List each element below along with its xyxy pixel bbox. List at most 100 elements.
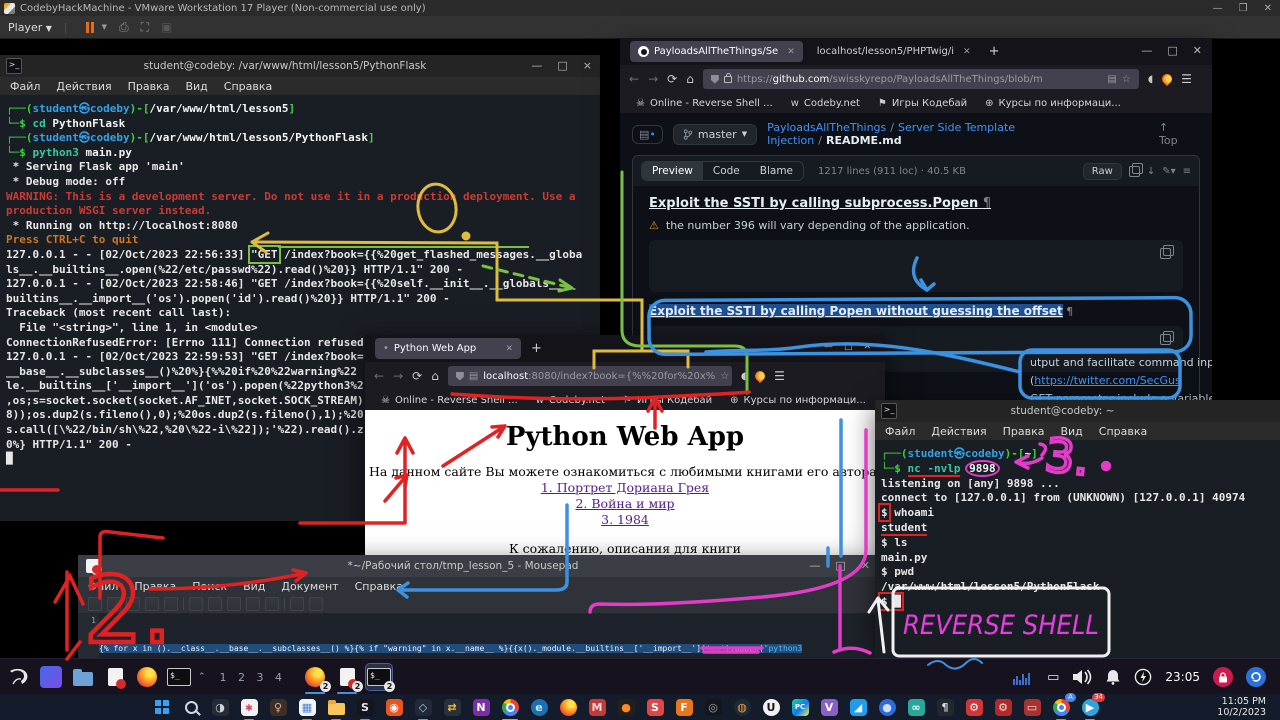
menu-edit[interactable]: Правка [134,580,176,593]
power-manager-icon[interactable] [1134,668,1152,686]
chrome-icon[interactable] [500,697,520,717]
notification-bell-icon[interactable] [1105,669,1121,685]
tab-code[interactable]: Code [703,162,750,180]
file-manager-icon[interactable] [70,664,96,690]
home-icon[interactable]: ⌂ [431,369,439,383]
edge-icon[interactable]: e [529,697,549,717]
pocket-icon[interactable]: ◖ [741,371,746,382]
menu-file[interactable]: Файл [885,425,915,438]
flstudio-icon[interactable]: ● [616,697,636,717]
cut-icon[interactable] [227,597,241,611]
update-manager-icon[interactable] [1246,667,1266,687]
running-firefox[interactable]: 2 [302,664,328,690]
crumb-repo[interactable]: PayloadsAllTheThings [767,121,886,134]
tab-python-web-app[interactable]: •Python Web App ✕ [375,338,521,359]
ubuntu-icon[interactable]: ◉ [384,697,404,717]
unreal-icon[interactable]: U [761,697,781,717]
extension-flame-icon[interactable] [753,369,767,383]
close-tab-icon[interactable]: ✕ [963,47,971,57]
close-tab-icon[interactable]: ✕ [787,47,795,57]
meet-red-icon[interactable]: M [587,697,607,717]
blender-icon[interactable]: ◍ [732,697,752,717]
chrome-alt-icon[interactable]: A [1051,697,1071,717]
bookmark-star-icon[interactable]: ☆ [1122,74,1131,85]
gear-darkred-icon[interactable]: ⚙ [993,697,1013,717]
vmware-close-button[interactable]: ✕ [1264,3,1272,14]
vm-clock[interactable]: 23:05 [1165,670,1200,684]
minimize-button[interactable]: — [531,59,542,72]
menu-help[interactable]: Справка [355,580,403,593]
close-button[interactable]: ✕ [861,559,870,572]
new-file-icon[interactable] [88,597,102,611]
raw-button[interactable]: Raw [1083,163,1122,180]
bookmark-courses[interactable]: ⊕Курсы по информаци... [985,98,1121,109]
start-icon[interactable] [152,697,172,717]
menu-actions[interactable]: Действия [931,425,986,438]
url-bar[interactable]: https://github.com/swisskyrepo/PayloadsA… [703,69,1139,89]
save-icon[interactable] [126,597,140,611]
readme-heading-popen[interactable]: Exploit the SSTI by calling Popen withou… [649,304,1183,318]
firefox-launcher-icon[interactable] [134,664,160,690]
obsidian-icon[interactable]: S [355,697,375,717]
app-menu-icon[interactable] [38,664,64,690]
readme-heading-subprocess[interactable]: Exploit the SSTI by calling subprocess.P… [649,196,1183,211]
new-tab-button[interactable]: + [531,341,542,356]
mousepad-launcher-icon[interactable] [102,664,128,690]
code-block-1[interactable]: {{''.__class__.mro()[1].__subclasses__()… [649,240,1183,292]
tab-payloadsallthethings[interactable]: PayloadsAllTheThings/Se✕ [630,41,803,62]
terminal-nc-output[interactable]: ┌──(student㉿codeby)-[~]└─$ nc -nvlp 9898… [875,440,1280,669]
menu-search[interactable]: Поиск [192,580,227,593]
redo-icon[interactable] [208,597,222,611]
download-icon[interactable]: ↓ [1147,166,1155,177]
terminal-launcher-icon[interactable]: $_ [166,664,192,690]
menu-document[interactable]: Документ [281,580,338,593]
toolbox-icon[interactable]: ▭ [1022,697,1042,717]
pocket-icon[interactable]: ◖ [1148,74,1153,85]
maximize-button[interactable]: □ [844,342,853,352]
bookmark-games[interactable]: ⚑Игры Кодебай [878,98,967,109]
outline-icon[interactable]: ≡ [1183,166,1191,177]
save-as-icon[interactable] [145,597,159,611]
back-to-top-link[interactable]: ↑ Top [1159,121,1200,147]
maps-pin-icon[interactable]: ● [877,697,897,717]
sidebar-toggle-icon[interactable]: ▤• [632,125,663,144]
running-mousepad[interactable]: 2 [334,664,360,690]
tab-blame[interactable]: Blame [750,162,803,180]
close-button[interactable]: ✕ [863,342,871,352]
bookmark-courses[interactable]: ⊕Курсы по информаци... [730,395,866,406]
menu-file[interactable]: Файл [88,580,118,593]
vmware-minimize-button[interactable]: — [1213,3,1223,14]
book-link-3[interactable]: 3. 1984 [365,512,885,527]
branch-selector[interactable]: master▼ [673,124,757,145]
terminal-nc-titlebar[interactable]: >_ student@codeby: ~ [875,400,1280,422]
menu-view[interactable]: Вид [185,80,207,93]
gauge-icon[interactable]: ◑ [210,697,230,717]
edit-icon[interactable]: ✎▾ [1162,166,1175,177]
menu-hamburger-icon[interactable]: ☰ [774,369,785,383]
volume-icon[interactable] [1072,669,1092,685]
display-icon[interactable]: ▭ [1047,670,1059,685]
reader-mode-icon[interactable]: ▤ [1107,74,1116,85]
new-tab-button[interactable]: + [989,44,1000,59]
calendar-icon[interactable]: ▦ [297,697,317,717]
copy-icon[interactable] [246,597,260,611]
minimize-button[interactable]: — [824,342,833,352]
copy-code-icon[interactable] [1160,334,1171,345]
forward-icon[interactable]: → [648,72,658,86]
slack-icon[interactable]: ∗ [239,697,259,717]
sublime-icon[interactable]: S [645,697,665,717]
menu-hamburger-icon[interactable]: ☰ [1181,72,1192,86]
close-button[interactable]: ✕ [1193,44,1202,57]
undo-icon[interactable] [189,597,203,611]
profile-icon[interactable]: ♀ [268,697,288,717]
reload-icon[interactable]: ⟳ [412,369,422,383]
mousepad-titlebar[interactable]: *~/Рабочий стол/tmp_lesson_5 - Mousepad … [78,555,878,577]
terminal-flask-titlebar[interactable]: >_ student@codeby: /var/www/html/lesson5… [0,55,600,77]
minimize-button[interactable]: — [809,559,820,572]
windows-clock[interactable]: 11:05 PM 10/2/2023 [1217,696,1280,718]
vmware-maximize-button[interactable]: ❐ [1239,3,1248,14]
close-button[interactable]: × [583,59,592,72]
pycharm-icon[interactable]: PC [790,697,810,717]
telegram-icon[interactable]: ▶34 [1080,697,1100,717]
onenote-icon[interactable]: N [471,697,491,717]
